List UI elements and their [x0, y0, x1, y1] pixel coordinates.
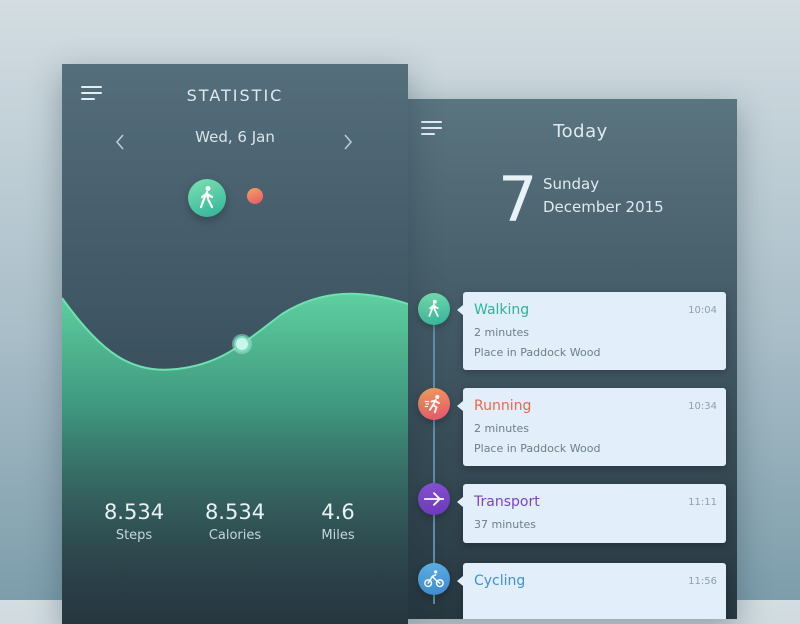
timeline-item-title: Cycling [474, 573, 526, 589]
timeline-item-time: 10:04 [688, 305, 717, 316]
stat-value: 8.534 [204, 500, 266, 524]
cycling-icon [424, 570, 444, 588]
transport-icon [424, 492, 444, 506]
stat-miles: 4.6 Miles [288, 500, 388, 543]
timeline-item-duration: 2 minutes [474, 422, 530, 435]
running-filter-dot[interactable] [247, 188, 263, 204]
weekday: Sunday [543, 175, 600, 193]
current-date: Wed, 6 Jan [195, 128, 275, 146]
timeline-item-title: Walking [474, 302, 530, 318]
stat-value: 4.6 [321, 500, 355, 524]
timeline-line [433, 304, 435, 604]
month-year: December 2015 [543, 198, 664, 216]
timeline-item-walking[interactable]: Walking 10:04 2 minutes Place in Paddock… [457, 292, 726, 370]
timeline-item-duration: 2 minutes [474, 326, 530, 339]
stat-value: 8.534 [103, 500, 165, 524]
timeline-item-time: 11:56 [688, 576, 717, 587]
timeline-item-place: Place in Paddock Wood [474, 346, 601, 359]
walking-icon [428, 299, 439, 317]
timeline-transport-marker [418, 483, 450, 515]
stat-label: Steps [115, 528, 153, 543]
timeline-walking-marker [418, 293, 450, 325]
timeline-item-place: Place in Paddock Wood [474, 442, 601, 455]
stat-label: Calories [208, 528, 262, 543]
timeline-item-transport[interactable]: Transport 11:11 37 minutes [457, 484, 726, 543]
walking-icon [199, 186, 214, 209]
timeline-item-time: 11:11 [688, 497, 717, 508]
date-navigator: Wed, 6 Jan [62, 128, 408, 158]
running-icon [424, 394, 440, 414]
stats-row: 8.534 Steps 8.534 Calories 4.6 Miles [62, 500, 408, 560]
statistic-card: STATISTIC Wed, 6 Jan 8.534 Steps 8.534 C… [62, 64, 408, 624]
timeline-item-cycling[interactable]: Cycling 11:56 [457, 563, 726, 619]
chevron-right-icon[interactable] [340, 132, 356, 152]
stat-steps: 8.534 Steps [84, 500, 184, 543]
timeline-item-time: 10:34 [688, 401, 717, 412]
timeline-item-duration: 37 minutes [474, 518, 537, 531]
today-card: Today 7 Sunday December 2015 Walking 10:… [400, 99, 737, 619]
timeline-cycling-marker [418, 563, 450, 595]
timeline-running-marker [418, 388, 450, 420]
walking-filter-button[interactable] [188, 179, 226, 217]
timeline-item-running[interactable]: Running 10:34 2 minutes Place in Paddock… [457, 388, 726, 466]
stat-label: Miles [321, 528, 355, 543]
timeline-item-title: Running [474, 398, 532, 414]
page-title: STATISTIC [186, 86, 284, 105]
page-title: Today [553, 121, 608, 142]
timeline-item-title: Transport [474, 494, 540, 510]
activity-wave-chart [62, 292, 408, 624]
wave-marker [234, 336, 250, 352]
stat-calories: 8.534 Calories [185, 500, 285, 543]
day-number: 7 [498, 163, 538, 236]
